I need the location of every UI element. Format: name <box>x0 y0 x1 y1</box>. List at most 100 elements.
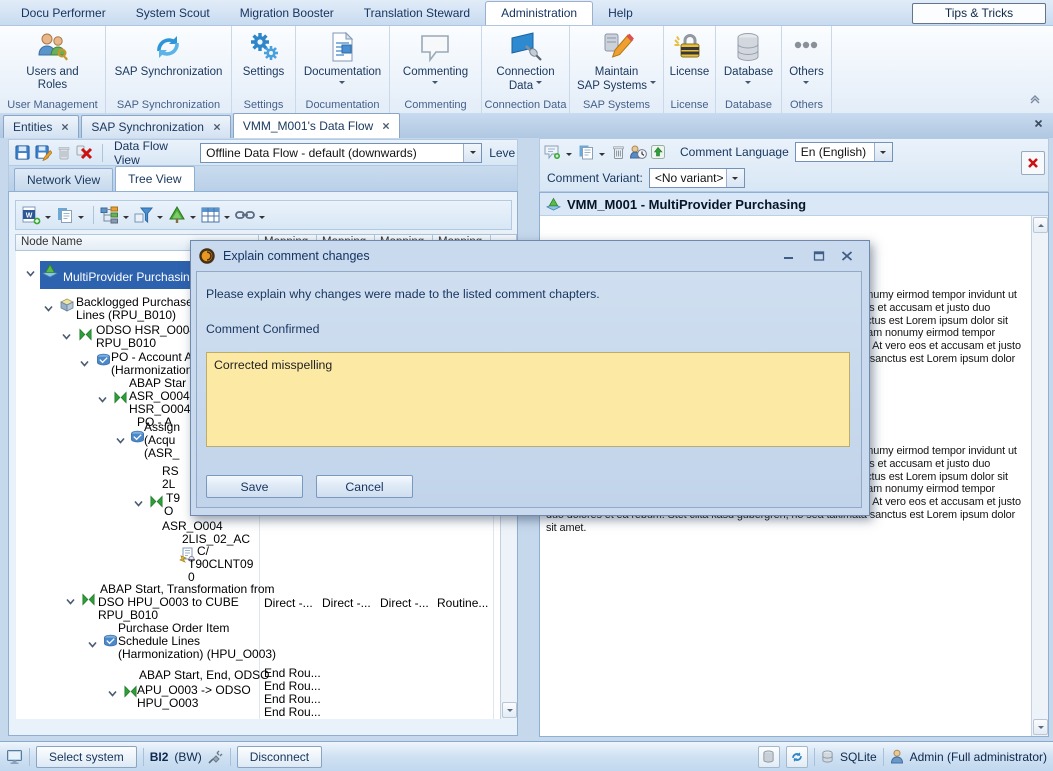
tree-node-abap-start-dso-hpu-to-cube[interactable]: ABAP Start, Transformation from <box>100 582 275 596</box>
tree-node-abap-start-end-apu-hpu[interactable]: HPU_O003 <box>137 696 198 710</box>
tree-node-purchase-order-item-schedule-lines[interactable]: Schedule Lines <box>118 634 200 648</box>
ribbon-button-license[interactable]: License <box>670 29 710 98</box>
maximize-button[interactable] <box>813 251 825 261</box>
ribbon-button-documentation[interactable]: Documentation <box>304 29 381 98</box>
menu-tab-translation-steward[interactable]: Translation Steward <box>349 2 485 25</box>
ribbon-button-maintain-sap-systems[interactable]: MaintainSAP Systems <box>577 29 656 98</box>
explanation-textarea[interactable]: Corrected misspelling <box>206 352 850 447</box>
chevron-down-icon[interactable] <box>78 216 84 222</box>
tree-node-t9-transformation[interactable]: T9 <box>166 491 180 505</box>
tree-expander-icon[interactable] <box>43 303 54 314</box>
scroll-down-icon[interactable] <box>502 702 517 718</box>
tree-node-t9-transformation[interactable]: O <box>164 504 173 518</box>
tree-node-datasource-t90clnt090[interactable]: C/ <box>197 544 209 558</box>
chevron-down-icon[interactable] <box>463 144 481 162</box>
close-icon[interactable] <box>382 122 390 130</box>
ribbon-button-connection-data[interactable]: ConnectionData <box>496 29 554 98</box>
menu-tab-migration-booster[interactable]: Migration Booster <box>225 2 349 25</box>
expand-tree-icon[interactable] <box>168 206 186 224</box>
data-flow-combo[interactable]: Offline Data Flow - default (downwards) <box>200 143 482 163</box>
word-export-icon[interactable]: W <box>22 206 41 225</box>
tree-expander-icon[interactable] <box>65 596 76 607</box>
chevron-down-icon[interactable] <box>123 216 129 222</box>
ribbon-button-commenting[interactable]: Commenting <box>403 29 468 98</box>
ribbon-button-database[interactable]: Database <box>724 29 773 98</box>
tree-node-backlogged-purchase-order-lines[interactable]: Lines (RPU_B010) <box>76 308 176 322</box>
chevron-down-icon[interactable] <box>566 153 572 159</box>
dialog-title-bar[interactable]: Explain comment changes <box>191 241 869 271</box>
tips-and-tricks-button[interactable]: Tips & Tricks <box>912 3 1046 24</box>
tree-node-po-account-harmonization[interactable]: PO - Account A <box>111 350 192 364</box>
comment-history-icon[interactable] <box>629 144 647 160</box>
tree-node-backlogged-purchase-order-lines[interactable]: Backlogged Purchase O <box>76 295 205 309</box>
tree-expander-icon[interactable] <box>25 268 36 279</box>
tree-expander-icon[interactable] <box>133 498 144 509</box>
minimize-button[interactable] <box>783 251 795 261</box>
menu-tab-system-scout[interactable]: System Scout <box>121 2 225 25</box>
chevron-down-icon[interactable] <box>224 216 230 222</box>
menu-tab-help[interactable]: Help <box>593 2 648 25</box>
save-button[interactable]: Save <box>206 475 303 498</box>
tree-expander-icon[interactable] <box>87 639 98 650</box>
view-tab-network-view[interactable]: Network View <box>14 168 113 191</box>
tree-node-abap-start-asr-hsr[interactable]: HSR_O004 <box>129 402 190 416</box>
doc-tab-sap-synchronization[interactable]: SAP Synchronization <box>81 115 231 138</box>
add-comment-icon[interactable] <box>544 144 561 160</box>
tree-node-abap-start-dso-hpu-to-cube[interactable]: DSO HPU_O003 to CUBE <box>98 595 239 609</box>
tree-node-assign-acquisition[interactable]: (Acqu <box>144 433 175 447</box>
delete-comment-icon[interactable] <box>611 144 626 160</box>
doc-tab-vmm-m001-s-data-flow[interactable]: VMM_M001's Data Flow <box>233 113 400 138</box>
tree-node-abap-start-asr-hsr[interactable]: ASR_O004 <box>129 389 190 403</box>
tree-node-assign-acquisition[interactable]: (ASR_ <box>144 446 179 460</box>
tree-node-abap-start-end-apu-hpu[interactable]: APU_O003 -> ODSO <box>137 683 251 697</box>
ribbon-button-sap-synchronization[interactable]: SAP Synchronization <box>115 29 223 98</box>
ribbon-button-settings[interactable]: Settings <box>243 29 285 98</box>
tree-node-rs-2l-fragment[interactable]: RS <box>162 464 179 478</box>
tree-node-po-account-harmonization[interactable]: (Harmonization <box>111 363 192 377</box>
publish-comment-icon[interactable] <box>650 144 666 160</box>
ribbon-button-others[interactable]: Others <box>789 29 824 98</box>
chevron-down-icon[interactable] <box>599 153 605 159</box>
tree-node-t9-transformation[interactable]: ASR_O004 <box>162 519 223 533</box>
copy-page-icon[interactable] <box>56 206 74 224</box>
menu-tab-administration[interactable]: Administration <box>485 1 593 25</box>
close-button[interactable] <box>841 251 853 261</box>
tree-node-abap-start-dso-hpu-to-cube[interactable]: RPU_B010 <box>98 608 158 622</box>
tree-expander-icon[interactable] <box>79 358 90 369</box>
chevron-down-icon[interactable] <box>726 169 744 187</box>
chevron-down-icon[interactable] <box>259 216 265 222</box>
database-status-icon[interactable] <box>758 746 780 768</box>
close-comment-panel-button[interactable] <box>1021 151 1045 175</box>
save-as-icon[interactable] <box>35 144 52 161</box>
tree-expander-icon[interactable] <box>61 331 72 342</box>
doc-tab-entities[interactable]: Entities <box>3 115 79 138</box>
remove-node-icon[interactable] <box>76 144 94 161</box>
cancel-button[interactable]: Cancel <box>316 475 413 498</box>
copy-comment-icon[interactable] <box>578 144 594 160</box>
tree-node-purchase-order-item-schedule-lines[interactable]: Purchase Order Item <box>118 621 229 635</box>
tree-node-assign-acquisition[interactable]: Assign <box>144 420 180 434</box>
chevron-down-icon[interactable] <box>874 143 892 161</box>
scroll-down-icon[interactable] <box>1033 719 1048 735</box>
chevron-down-icon[interactable] <box>45 216 51 222</box>
close-icon[interactable] <box>213 123 221 131</box>
refresh-icon[interactable] <box>786 746 808 768</box>
tree-expander-icon[interactable] <box>97 394 108 405</box>
select-system-button[interactable]: Select system <box>36 746 137 768</box>
save-icon[interactable] <box>14 144 31 161</box>
tree-node-rs-2l-fragment[interactable]: 2L <box>162 477 175 491</box>
close-icon[interactable] <box>61 123 69 131</box>
comment-variant-combo[interactable]: <No variant> <box>649 168 745 188</box>
tree-expander-icon[interactable] <box>115 435 126 446</box>
tree-node-t9-transformation[interactable]: 2LIS_02_AC <box>182 532 250 546</box>
view-tab-tree-view[interactable]: Tree View <box>115 166 194 191</box>
tree-node-odso-hsr-o004[interactable]: RPU_B010 <box>96 336 156 350</box>
ribbon-collapse-icon[interactable] <box>1029 94 1041 104</box>
tree-expander-icon[interactable] <box>107 688 118 699</box>
ribbon-button-users-and-roles[interactable]: Users andRoles <box>26 29 78 98</box>
scroll-up-icon[interactable] <box>1033 217 1048 233</box>
link-icon[interactable] <box>235 208 255 222</box>
tabbar-close-icon[interactable] <box>1034 119 1043 128</box>
disconnect-button[interactable]: Disconnect <box>237 746 322 768</box>
table-columns-icon[interactable] <box>201 206 220 224</box>
